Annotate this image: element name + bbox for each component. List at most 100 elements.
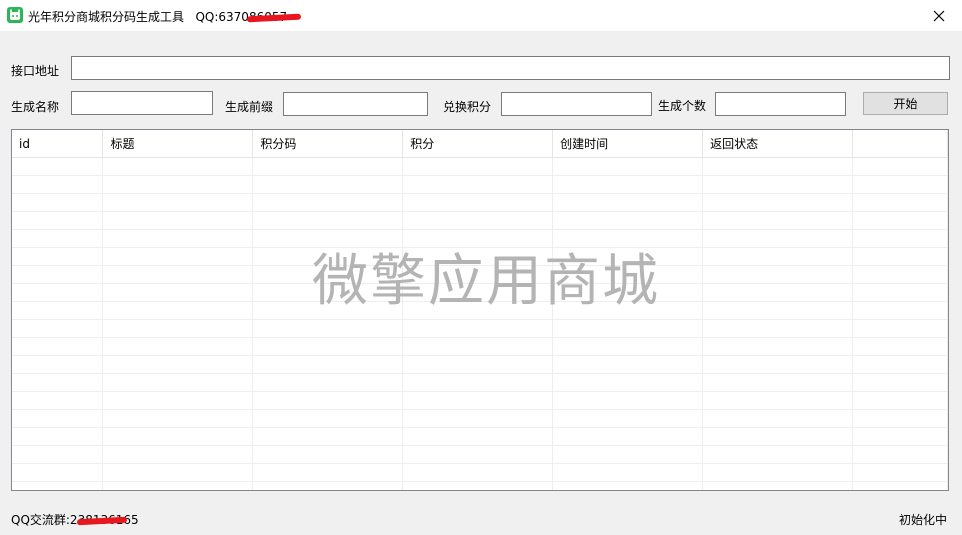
table-cell xyxy=(402,247,554,266)
table-row xyxy=(12,193,948,212)
window-title-text: 光年积分商城积分码生成工具 xyxy=(28,10,185,24)
table-cell xyxy=(552,229,704,248)
table-cell xyxy=(852,337,948,356)
table-cell xyxy=(852,247,948,266)
table-cell xyxy=(102,337,254,356)
table-body xyxy=(12,157,948,490)
table-cell xyxy=(402,211,554,230)
table-cell xyxy=(402,265,554,284)
table-header-row: id 标题 积分码 积分 创建时间 返回状态 xyxy=(12,130,948,158)
table-cell xyxy=(102,265,254,284)
table-cell xyxy=(12,355,104,374)
table-cell xyxy=(552,301,704,320)
table-cell xyxy=(402,175,554,194)
table-cell xyxy=(12,229,104,248)
start-button[interactable]: 开始 xyxy=(863,92,948,115)
table-cell xyxy=(402,427,554,446)
table-cell xyxy=(552,445,704,464)
table-cell xyxy=(852,373,948,392)
column-header-title[interactable]: 标题 xyxy=(102,130,254,158)
table-cell xyxy=(402,463,554,482)
table-cell xyxy=(402,391,554,410)
table-cell xyxy=(102,373,254,392)
table-row xyxy=(12,301,948,320)
table-cell xyxy=(102,175,254,194)
gen-prefix-label: 生成前缀 xyxy=(225,100,274,114)
table-cell xyxy=(12,175,104,194)
table-cell xyxy=(702,283,854,302)
close-button[interactable] xyxy=(916,0,962,31)
column-header-created-time[interactable]: 创建时间 xyxy=(552,130,704,158)
column-header-return-status[interactable]: 返回状态 xyxy=(702,130,854,158)
table-cell xyxy=(12,427,104,446)
table-cell xyxy=(252,463,404,482)
table-cell xyxy=(252,373,404,392)
table-cell xyxy=(702,193,854,212)
table-cell xyxy=(852,283,948,302)
table-cell xyxy=(252,301,404,320)
table-cell xyxy=(402,229,554,248)
api-url-input[interactable] xyxy=(71,56,950,80)
table-cell xyxy=(702,427,854,446)
table-cell xyxy=(552,391,704,410)
table-cell xyxy=(102,355,254,374)
table-row xyxy=(12,355,948,374)
table-cell xyxy=(252,247,404,266)
table-row xyxy=(12,175,948,194)
table-cell xyxy=(252,337,404,356)
column-header-filler xyxy=(852,130,948,158)
window-title: 光年积分商城积分码生成工具 QQ:637086057 xyxy=(28,8,302,25)
table-cell xyxy=(402,373,554,392)
table-cell xyxy=(252,211,404,230)
table-cell xyxy=(552,265,704,284)
table-cell xyxy=(552,211,704,230)
table-cell xyxy=(702,175,854,194)
table-row xyxy=(12,319,948,338)
column-header-points[interactable]: 积分 xyxy=(402,130,554,158)
gen-count-input[interactable] xyxy=(715,92,846,116)
table-cell xyxy=(552,157,704,176)
table-cell xyxy=(702,265,854,284)
table-cell xyxy=(12,445,104,464)
table-cell xyxy=(552,337,704,356)
table-cell xyxy=(852,319,948,338)
table-cell xyxy=(252,157,404,176)
table-cell xyxy=(12,211,104,230)
table-cell xyxy=(102,463,254,482)
status-qq-group: QQ交流群:238136165 xyxy=(11,511,139,528)
table-cell xyxy=(12,337,104,356)
table-cell xyxy=(12,481,104,490)
column-header-id[interactable]: id xyxy=(12,130,104,158)
table-cell xyxy=(12,193,104,212)
app-icon xyxy=(7,7,23,23)
column-header-points-code[interactable]: 积分码 xyxy=(252,130,404,158)
table-row xyxy=(12,337,948,356)
table-cell xyxy=(702,211,854,230)
table-cell xyxy=(852,463,948,482)
table-cell xyxy=(12,319,104,338)
table-cell xyxy=(252,481,404,490)
table-cell xyxy=(402,409,554,428)
table-cell xyxy=(102,409,254,428)
exchange-points-input[interactable] xyxy=(501,92,652,116)
table-cell xyxy=(852,481,948,490)
table-cell xyxy=(702,337,854,356)
table-cell xyxy=(252,319,404,338)
gen-prefix-input[interactable] xyxy=(283,92,428,116)
table-cell xyxy=(12,265,104,284)
table-cell xyxy=(252,391,404,410)
table-cell xyxy=(252,229,404,248)
table-cell xyxy=(852,265,948,284)
table-cell xyxy=(852,409,948,428)
table-cell xyxy=(702,301,854,320)
table-cell xyxy=(402,481,554,490)
result-grid[interactable]: id 标题 积分码 积分 创建时间 返回状态 xyxy=(11,129,949,491)
table-cell xyxy=(852,391,948,410)
table-cell xyxy=(402,445,554,464)
table-cell xyxy=(552,427,704,446)
table-cell xyxy=(552,409,704,428)
table-cell xyxy=(102,445,254,464)
table-cell xyxy=(252,355,404,374)
table-cell xyxy=(12,283,104,302)
gen-name-input[interactable] xyxy=(71,91,213,115)
